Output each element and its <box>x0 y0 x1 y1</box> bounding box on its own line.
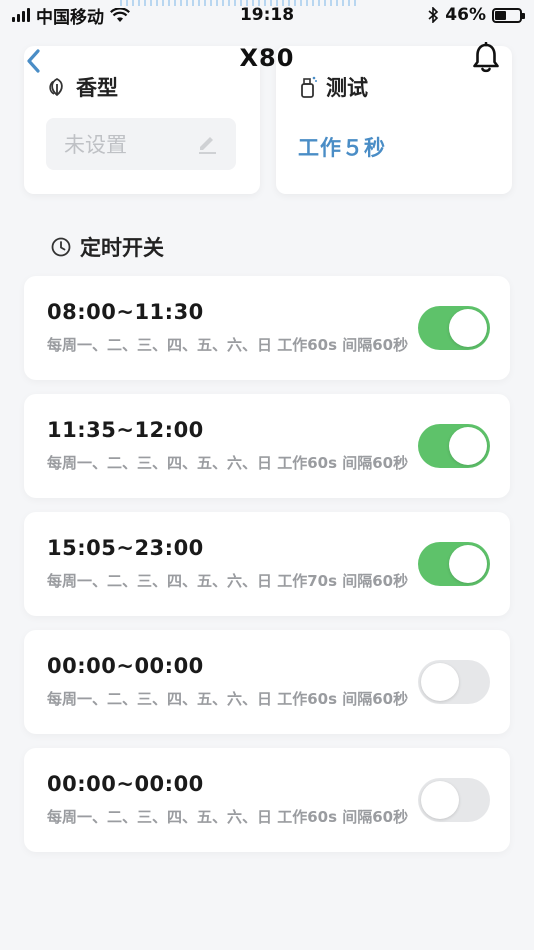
status-bar-right: 46% <box>428 5 525 25</box>
status-bar-decoration <box>120 0 360 6</box>
pencil-icon[interactable] <box>196 133 218 155</box>
status-bar-left: 中国移动 <box>12 3 130 28</box>
scent-field[interactable]: 未设置 <box>46 118 236 170</box>
signal-icon <box>12 8 30 22</box>
scent-value: 未设置 <box>64 133 127 157</box>
bluetooth-icon <box>428 7 439 23</box>
notification-button[interactable] <box>468 40 504 76</box>
timer-toggle[interactable] <box>418 778 490 822</box>
timer-item[interactable]: 08:00~11:30 每周一、二、三、四、五、六、日 工作60s 间隔60秒 <box>24 276 510 380</box>
timer-item[interactable]: 00:00~00:00 每周一、二、三、四、五、六、日 工作60s 间隔60秒 <box>24 748 510 852</box>
timer-toggle[interactable] <box>418 424 490 468</box>
timer-toggle[interactable] <box>418 542 490 586</box>
timer-item[interactable]: 15:05~23:00 每周一、二、三、四、五、六、日 工作70s 间隔60秒 <box>24 512 510 616</box>
test-value[interactable]: 工作５秒 <box>298 132 490 162</box>
timer-item[interactable]: 00:00~00:00 每周一、二、三、四、五、六、日 工作60s 间隔60秒 <box>24 630 510 734</box>
bell-icon[interactable] <box>471 42 501 74</box>
timer-toggle[interactable] <box>418 306 490 350</box>
timer-section-label: 定时开关 <box>80 236 164 260</box>
status-bar: 中国移动 19:18 46% <box>0 0 534 30</box>
nav-bar: X80 <box>0 38 534 82</box>
timer-list: 08:00~11:30 每周一、二、三、四、五、六、日 工作60s 间隔60秒 … <box>24 276 510 866</box>
wifi-icon <box>110 7 130 22</box>
timer-item[interactable]: 11:35~12:00 每周一、二、三、四、五、六、日 工作60s 间隔60秒 <box>24 394 510 498</box>
timer-section-title: 定时开关 <box>50 232 164 262</box>
carrier-name: 中国移动 <box>36 7 104 28</box>
battery-icon <box>492 7 525 23</box>
battery-percent: 46% <box>445 5 486 25</box>
clock-icon <box>51 237 71 257</box>
timer-toggle[interactable] <box>418 660 490 704</box>
page-title: X80 <box>239 44 295 72</box>
